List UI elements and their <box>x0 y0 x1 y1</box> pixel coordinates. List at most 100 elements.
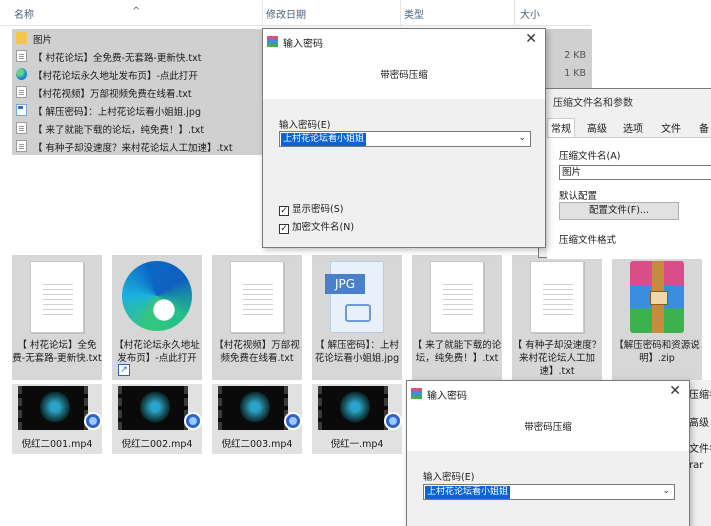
password-input[interactable]: 上村花论坛看小姐姐 ⌄ <box>279 131 531 147</box>
tab-backup[interactable]: 备 <box>699 120 709 135</box>
text-file-icon <box>30 261 84 333</box>
tile-caption: 【 村花论坛】全免费-无套路-更新快.txt <box>12 340 102 364</box>
video-tile[interactable]: 倪红二003.mp4 <box>212 384 302 454</box>
tile-caption: 倪红二003.mp4 <box>221 439 293 450</box>
file-name: 【村花论坛永久地址发布页】-点此打开 <box>33 71 198 82</box>
profile-button[interactable]: 配置文件(F)... <box>559 202 679 220</box>
winrar-icon <box>267 36 278 47</box>
video-thumbnail <box>318 386 388 430</box>
dialog-subtitle: 带密码压缩 <box>524 422 572 433</box>
text-file-icon <box>530 261 584 333</box>
archive-name-label: 压缩文件名(A) <box>559 151 621 162</box>
video-tile[interactable]: 倪红二002.mp4 <box>112 384 202 454</box>
tile-caption: 倪红一.mp4 <box>330 439 384 450</box>
column-modified[interactable]: 修改日期 <box>266 6 306 21</box>
dialog-titlebar: 输入密码 ✕ <box>263 29 545 53</box>
text-file-icon <box>430 261 484 333</box>
tile-caption: 【 来了就能下载的论坛，纯免费！】.txt <box>412 340 502 364</box>
media-player-icon <box>184 412 202 430</box>
file-size: 1 KB <box>564 68 586 79</box>
file-size: 2 KB <box>564 50 586 61</box>
image-glyph-icon <box>345 304 371 322</box>
shortcut-arrow-icon: ↗ <box>118 364 130 376</box>
dialog-header: 带密码压缩 <box>407 405 689 451</box>
close-icon[interactable]: ✕ <box>525 31 537 47</box>
video-thumbnail <box>218 386 288 430</box>
video-tile[interactable]: 倪红一.mp4 <box>312 384 402 454</box>
text-file-icon <box>16 140 27 152</box>
tile-caption: 倪红二001.mp4 <box>21 439 93 450</box>
dialog-titlebar: 输入密码 ✕ <box>407 381 689 405</box>
checkbox-label: 加密文件名(N) <box>292 222 355 233</box>
tile-caption: 【村花论坛永久地址发布页】-点此打开 <box>114 340 200 364</box>
default-profile-label: 默认配置 <box>559 191 598 202</box>
media-player-icon <box>384 412 402 430</box>
password-dialog: 输入密码 ✕ 带密码压缩 输入密码(E) 上村花论坛看小姐姐 ⌄ ✓ 显示密码(S… <box>262 28 546 248</box>
tile-caption: 【 解压密码】：上村花论坛看小姐姐.jpg <box>314 340 400 364</box>
chevron-down-icon[interactable]: ⌄ <box>518 133 526 143</box>
media-player-icon <box>284 412 302 430</box>
column-header: 名称 ^ 修改日期 类型 大小 <box>0 0 590 26</box>
tile-caption: 【 有种子却没速度？来村花论坛人工加速】.txt <box>512 340 602 377</box>
checkmark-icon: ✓ <box>279 206 289 216</box>
tile-caption: 【村花视频】万部视频免费在线看.txt <box>214 340 300 364</box>
dialog-title: 输入密码 <box>283 39 323 50</box>
winrar-icon <box>411 388 422 399</box>
text-file-icon <box>230 261 284 333</box>
tab-general[interactable]: 常规 <box>547 118 575 139</box>
file-tile[interactable]: 【 来了就能下载的论坛，纯免费！】.txt <box>412 255 502 380</box>
jpg-badge: JPG <box>325 274 365 294</box>
winrar-archive-icon <box>630 261 684 333</box>
window-title: 压缩文件名和参数 <box>553 98 633 109</box>
archive-name-label-fragment: 文件名 <box>689 444 711 455</box>
video-thumbnail <box>118 386 188 430</box>
video-thumbnail <box>18 386 88 430</box>
tab-panel: 压缩文件名(A) 图片 默认配置 配置文件(F)... 压缩文件格式 <box>547 137 711 259</box>
tab-files[interactable]: 文件 <box>661 120 681 135</box>
file-tile[interactable]: 【解压密码和资源说明】.zip <box>612 255 702 380</box>
tab-options[interactable]: 选项 <box>623 120 643 135</box>
password-input[interactable]: 上村花论坛看小姐姐 ⌄ <box>423 484 675 500</box>
file-tile[interactable]: 【 村花论坛】全免费-无套路-更新快.txt <box>12 255 102 380</box>
file-tile[interactable]: 【村花视频】万部视频免费在线看.txt <box>212 255 302 380</box>
tab-bar: 常规 高级 选项 文件 备 <box>547 118 711 139</box>
jpg-file-icon: JPG <box>325 261 384 333</box>
chevron-down-icon[interactable]: ⌄ <box>662 486 670 496</box>
archive-name-input[interactable]: 图片 <box>559 165 711 180</box>
file-name: 【村花视频】万部视频免费在线看.txt <box>33 89 192 100</box>
file-name: 【 村花论坛】全免费-无套路-更新快.txt <box>33 53 202 64</box>
tab-advanced[interactable]: 高级 <box>587 120 607 135</box>
text-file-icon <box>16 50 27 62</box>
show-password-checkbox[interactable]: ✓ 显示密码(S) <box>279 201 343 216</box>
dialog-subtitle: 带密码压缩 <box>380 70 428 81</box>
file-name: 【 来了就能下载的论坛，纯免费！】.txt <box>33 125 205 136</box>
file-tile[interactable]: 【 有种子却没速度？来村花论坛人工加速】.txt <box>512 255 602 380</box>
archive-name-value-fragment[interactable]: rar <box>689 460 703 471</box>
encrypt-filenames-checkbox[interactable]: ✓ 加密文件名(N) <box>279 219 354 234</box>
file-name: 【 有种子却没速度？来村花论坛人工加速】.txt <box>33 143 233 154</box>
text-file-icon <box>16 86 27 98</box>
tab-advanced-fragment[interactable]: 高级 <box>689 414 709 429</box>
folder-icon <box>16 32 27 44</box>
column-size[interactable]: 大小 <box>520 6 540 21</box>
file-tile[interactable]: ↗ 【村花论坛永久地址发布页】-点此打开 <box>112 255 202 380</box>
archive-format-label: 压缩文件格式 <box>559 235 617 246</box>
media-player-icon <box>84 412 102 430</box>
close-icon[interactable]: ✕ <box>669 383 681 399</box>
column-divider[interactable] <box>400 0 401 26</box>
password-value: 上村花论坛看小姐姐 <box>281 133 367 146</box>
tile-caption: 【解压密码和资源说明】.zip <box>614 340 700 364</box>
text-file-icon <box>16 122 27 134</box>
dialog-title: 输入密码 <box>427 391 467 402</box>
password-dialog-2: 输入密码 ✕ 带密码压缩 输入密码(E) 上村花论坛看小姐姐 ⌄ <box>406 380 690 526</box>
column-divider[interactable] <box>514 0 515 26</box>
column-type[interactable]: 类型 <box>404 6 424 21</box>
dialog-header: 带密码压缩 <box>263 53 545 99</box>
file-name: 【 解压密码】：上村花论坛看小姐姐.jpg <box>33 107 201 118</box>
column-name[interactable]: 名称 <box>14 6 34 21</box>
video-tile[interactable]: 倪红二001.mp4 <box>12 384 102 454</box>
column-divider[interactable] <box>262 0 263 26</box>
file-tile[interactable]: JPG 【 解压密码】：上村花论坛看小姐姐.jpg <box>312 255 402 380</box>
checkmark-icon: ✓ <box>279 224 289 234</box>
password-label: 输入密码(E) <box>279 120 331 131</box>
